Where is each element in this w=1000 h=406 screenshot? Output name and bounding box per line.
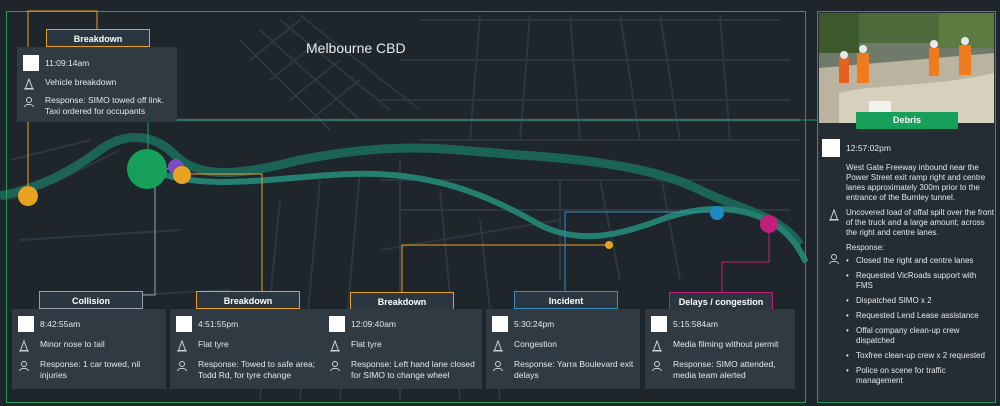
avatar (23, 55, 39, 71)
incident-tag-incident[interactable]: Incident (514, 291, 618, 309)
incident-tag-delays[interactable]: Delays / congestion (669, 292, 773, 310)
incident-card-breakdown-3[interactable]: 12:09:40am Flat tyre Response: Left hand… (323, 309, 482, 389)
traffic-cone-icon (492, 340, 504, 352)
incident-marker-breakdown-2 (173, 166, 191, 184)
incident-tag-breakdown-2[interactable]: Breakdown (196, 291, 300, 309)
list-item: Requested Lend Lease assistance (846, 311, 994, 321)
person-icon (18, 360, 30, 372)
incident-marker-delays (760, 215, 778, 233)
traffic-cone-icon (651, 340, 663, 352)
avatar (651, 316, 667, 332)
person-icon (176, 360, 188, 372)
incident-tag-breakdown-3[interactable]: Breakdown (350, 292, 454, 310)
incident-tag-collision[interactable]: Collision (39, 291, 143, 309)
person-icon (828, 252, 840, 265)
incident-card-incident[interactable]: 5:30:24pm Congestion Response: Yarra Bou… (486, 309, 640, 389)
side-response-list: Closed the right and centre lanes Reques… (846, 256, 994, 391)
side-cause: Uncovered load of offal spilt over the f… (846, 208, 994, 237)
person-icon (651, 360, 663, 372)
person-icon (23, 96, 35, 108)
list-item: Dispatched SIMO x 2 (846, 296, 994, 306)
incident-card-delays[interactable]: 5:15:584am Media filming without permit … (645, 309, 795, 389)
traffic-cone-icon (828, 208, 840, 221)
list-item: Closed the right and centre lanes (846, 256, 994, 266)
map-city-label: Melbourne CBD (306, 40, 406, 56)
side-time-row: 12:57:02pm (822, 139, 891, 157)
avatar (822, 139, 840, 157)
incident-tag-breakdown-top[interactable]: Breakdown (46, 29, 150, 47)
avatar (492, 316, 508, 332)
traffic-cone-icon (329, 340, 341, 352)
list-item: Toxfree clean-up crew x 2 requested (846, 351, 994, 361)
traffic-cone-icon (23, 78, 35, 90)
traffic-cone-icon (18, 340, 30, 352)
incident-marker-breakdown (18, 186, 38, 206)
incident-card-breakdown-top[interactable]: 11:09:14am Vehicle breakdown Response: S… (17, 47, 177, 122)
incident-card-collision[interactable]: 8:42:55am Minor nose to tail Response: 1… (12, 309, 166, 389)
incident-card-breakdown-2[interactable]: 4:51:55pm Flat tyre Response: Towed to s… (170, 309, 324, 389)
list-item: Police on scene for traffic management (846, 366, 994, 386)
incident-photo[interactable] (819, 13, 994, 123)
person-icon (492, 360, 504, 372)
side-response-label: Response: (846, 243, 885, 252)
list-item: Offal company clean-up crew dispatched (846, 326, 994, 346)
incident-marker-breakdown-3 (605, 241, 613, 249)
incident-marker-debris (127, 149, 167, 189)
person-icon (329, 360, 341, 372)
side-location: West Gate Freeway inbound near the Power… (846, 163, 986, 202)
avatar (18, 316, 34, 332)
list-item: Requested VicRoads support with FMS (846, 271, 994, 291)
avatar (329, 316, 345, 332)
traffic-cone-icon (176, 340, 188, 352)
incident-marker-incident (710, 206, 724, 220)
incident-tag-debris[interactable]: Debris (856, 112, 958, 129)
avatar (176, 316, 192, 332)
